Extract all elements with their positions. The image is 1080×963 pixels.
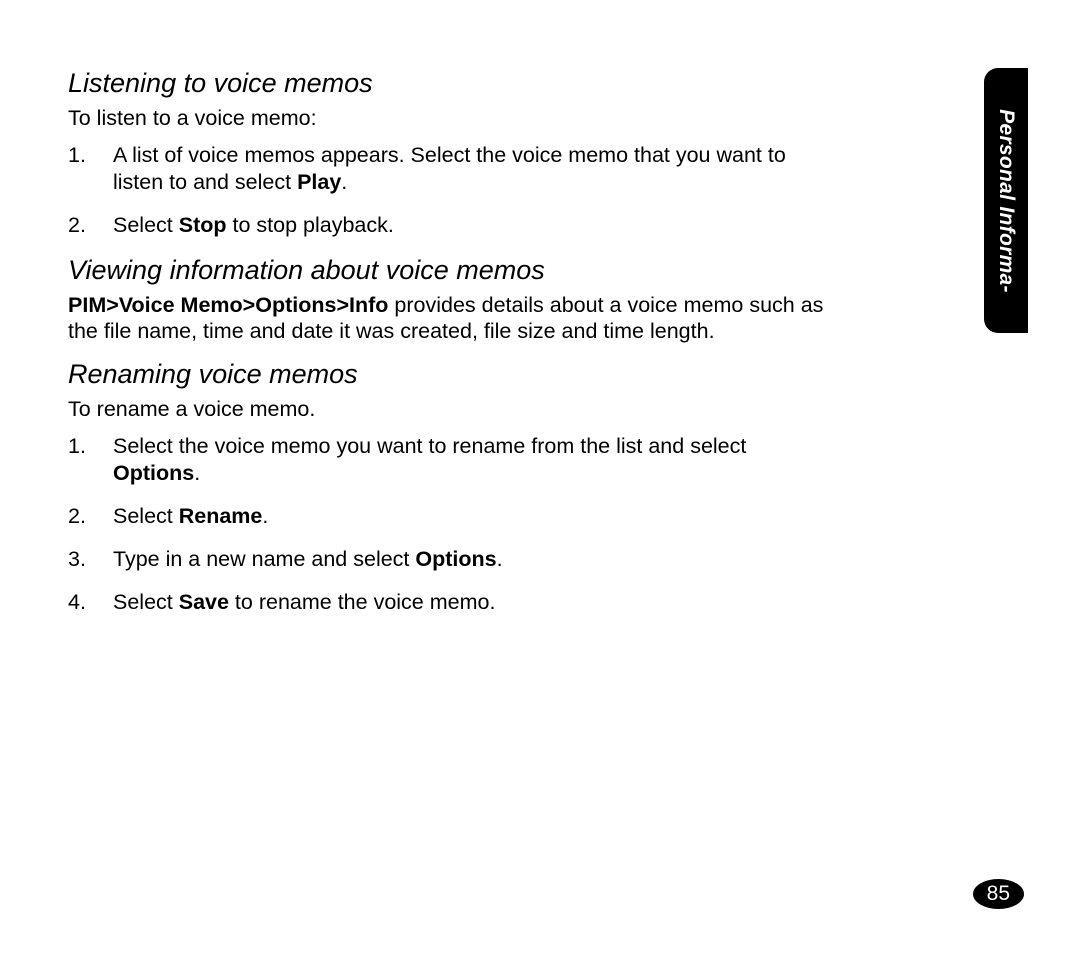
steps-listening: A list of voice memos appears. Select th… [68, 142, 832, 239]
step-text: Select [113, 590, 179, 614]
para-viewing: PIM>Voice Memo>Options>Info provides det… [68, 292, 832, 346]
heading-viewing: Viewing information about voice memos [68, 255, 832, 286]
steps-renaming: Select the voice memo you want to rename… [68, 433, 832, 615]
list-item: A list of voice memos appears. Select th… [68, 142, 832, 196]
gt-icon: > [243, 293, 256, 317]
para-bold: Info [349, 293, 388, 317]
gt-icon: > [336, 293, 349, 317]
step-text: to stop playback. [227, 213, 394, 237]
gt-icon: > [106, 293, 119, 317]
step-text: Type in a new name and select [113, 547, 415, 571]
step-bold: Stop [179, 213, 227, 237]
step-bold: Options [113, 461, 194, 485]
section-tab-label: Personal Informa- [994, 109, 1018, 293]
para-bold: Voice Memo [119, 293, 243, 317]
step-bold: Options [415, 547, 496, 571]
list-item: Select Rename. [68, 503, 832, 530]
para-bold: Options [255, 293, 336, 317]
intro-listening: To listen to a voice memo: [68, 105, 832, 132]
page-content: Listening to voice memos To listen to a … [0, 0, 900, 616]
list-item: Select the voice memo you want to rename… [68, 433, 832, 487]
section-tab: Personal Informa- [984, 68, 1028, 333]
list-item: Type in a new name and select Options. [68, 546, 832, 573]
list-item: Select Stop to stop playback. [68, 212, 832, 239]
step-text: . [341, 170, 347, 194]
heading-listening: Listening to voice memos [68, 68, 832, 99]
step-text: Select [113, 213, 179, 237]
page-number: 85 [973, 879, 1024, 909]
step-text: A list of voice memos appears. Select th… [113, 143, 786, 194]
page-number-wrap: 85 [973, 879, 1024, 909]
step-text: . [497, 547, 503, 571]
heading-renaming: Renaming voice memos [68, 359, 832, 390]
intro-renaming: To rename a voice memo. [68, 396, 832, 423]
step-text: to rename the voice memo. [229, 590, 495, 614]
step-bold: Save [179, 590, 229, 614]
step-bold: Play [297, 170, 341, 194]
para-bold: PIM [68, 293, 106, 317]
step-bold: Rename [179, 504, 263, 528]
step-text: Select the voice memo you want to rename… [113, 434, 746, 458]
step-text: . [262, 504, 268, 528]
step-text: Select [113, 504, 179, 528]
list-item: Select Save to rename the voice memo. [68, 589, 832, 616]
step-text: . [194, 461, 200, 485]
